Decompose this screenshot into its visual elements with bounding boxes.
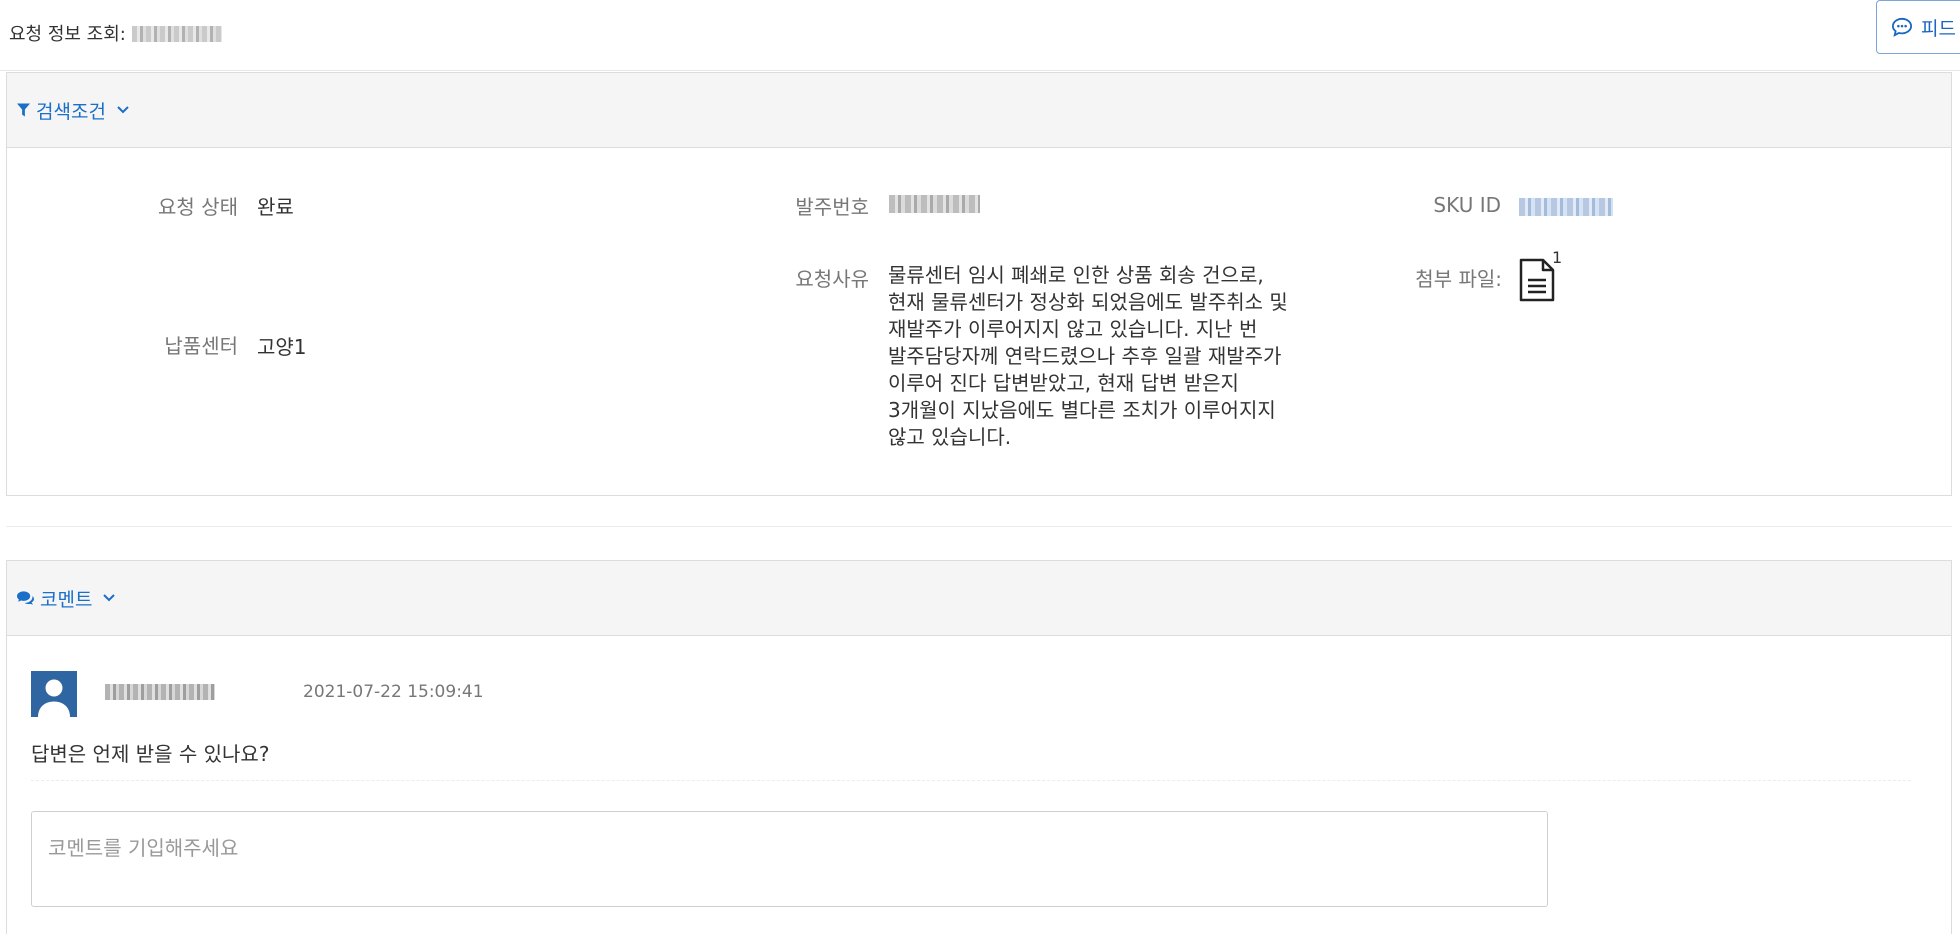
comment-text: 답변은 언제 받을 수 있나요? [31,742,270,766]
comment-separator [31,780,1911,781]
sku-id-link[interactable] [1519,198,1613,216]
comment-timestamp: 2021-07-22 15:09:41 [303,682,484,702]
comments-toggle[interactable]: 코멘트 [7,561,1951,636]
attachment-label: 첨부 파일: [1415,267,1502,291]
comment-input[interactable] [31,811,1548,907]
section-divider [6,526,1952,527]
po-number-value [889,195,980,213]
po-number-label: 발주번호 [795,195,869,219]
user-avatar-icon [31,671,77,717]
sku-id-label: SKU ID [1433,193,1501,217]
chevron-down-icon [103,594,116,602]
comments-title: 코멘트 [40,588,93,611]
file-document-icon[interactable] [1518,258,1556,302]
comment-dots-icon [1891,17,1913,37]
search-conditions-title: 검색조건 [36,100,106,123]
page-header: 요청 정보 조회: 피드 [0,0,1960,71]
request-id-masked [131,26,222,42]
feedback-button[interactable]: 피드 [1876,0,1960,54]
status-label: 요청 상태 [158,195,238,219]
delivery-center-label: 납품센터 [164,334,238,358]
feedback-label: 피드 [1921,17,1956,40]
status-value: 완료 [257,195,294,219]
request-reason-label: 요청사유 [795,267,869,291]
comments-icon [17,591,34,605]
chevron-down-icon [117,106,129,114]
attachment-count: 1 [1552,248,1563,267]
delivery-center-value: 고양1 [257,335,307,359]
page-title: 요청 정보 조회: [9,20,222,46]
request-reason-value: 물류센터 임시 폐쇄로 인한 상품 회송 건으로, 현재 물류센터가 정상화 되… [888,263,1288,449]
page-title-label: 요청 정보 조회: [9,24,126,45]
search-conditions-toggle[interactable]: 검색조건 [7,73,1951,148]
filter-icon [17,103,30,117]
comment-author-masked [105,684,215,700]
